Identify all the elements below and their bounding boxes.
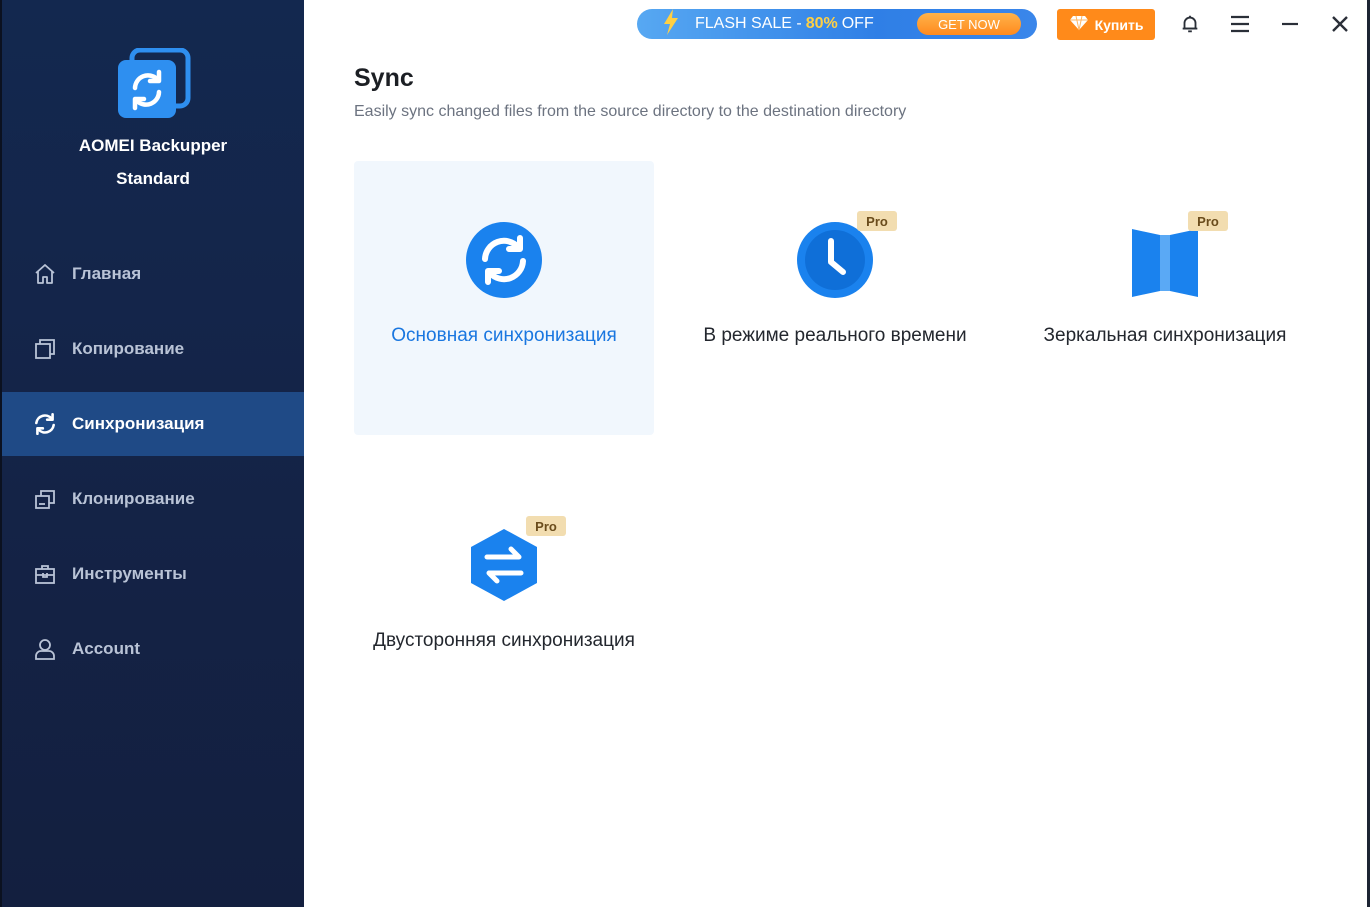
flash-sale-prefix: FLASH SALE - <box>695 15 802 32</box>
flash-sale-suffix: OFF <box>841 15 874 32</box>
nav-item-sync[interactable]: Синхронизация <box>2 392 304 456</box>
nav-label-account: Account <box>72 639 140 658</box>
sidebar: AOMEI Backupper Standard Главная Копиров… <box>2 0 304 907</box>
buy-label: Купить <box>1094 16 1144 33</box>
app-name: AOMEI Backupper <box>78 136 228 155</box>
clock-icon <box>796 221 874 299</box>
mirror-icon <box>1126 221 1204 299</box>
nav-label-home: Главная <box>72 264 142 283</box>
nav-item-copy[interactable]: Копирование <box>2 317 304 381</box>
page-title: Sync <box>354 64 414 92</box>
two-way-sync-icon <box>465 526 543 604</box>
nav-label-tools: Инструменты <box>72 564 187 583</box>
nav-label-clone: Клонирование <box>72 489 195 508</box>
toolbox-icon <box>32 561 58 587</box>
nav-item-account[interactable]: Account <box>2 617 304 681</box>
option-mirror-sync[interactable]: Pro Зеркальная синхронизация <box>1015 161 1315 435</box>
basic-sync-icon <box>465 221 543 299</box>
lightning-icon <box>663 9 679 39</box>
diamond-icon <box>1069 15 1089 34</box>
minimize-icon[interactable] <box>1278 12 1302 36</box>
buy-button[interactable]: Купить <box>1057 9 1155 40</box>
option-label: В режиме реального времени <box>703 325 967 346</box>
nav-item-clone[interactable]: Клонирование <box>2 467 304 531</box>
close-icon[interactable] <box>1328 12 1352 36</box>
home-icon <box>32 261 58 287</box>
sync-icon <box>32 411 58 437</box>
app-edition: Standard <box>116 169 190 188</box>
option-label: Основная синхронизация <box>391 325 617 346</box>
nav-label-copy: Копирование <box>72 339 185 358</box>
page-subtitle: Easily sync changed files from the sourc… <box>354 103 907 120</box>
nav-item-tools[interactable]: Инструменты <box>2 542 304 606</box>
clone-icon <box>32 486 58 512</box>
bell-icon[interactable] <box>1178 12 1202 36</box>
option-label: Двусторонняя синхронизация <box>373 630 635 651</box>
option-basic-sync[interactable]: Основная синхронизация <box>354 161 654 435</box>
flash-sale-banner[interactable]: FLASH SALE - 80% OFF GET NOW <box>637 9 1037 39</box>
app-logo-icon <box>116 47 192 120</box>
flash-sale-percent: 80% <box>805 15 838 32</box>
menu-icon[interactable] <box>1228 12 1252 36</box>
pro-badge: Pro <box>857 211 897 231</box>
nav-label-sync: Синхронизация <box>72 414 205 433</box>
nav-item-home[interactable]: Главная <box>2 242 304 306</box>
option-two-way-sync[interactable]: Pro Двусторонняя синхронизация <box>354 466 654 740</box>
pro-badge: Pro <box>526 516 566 536</box>
get-now-button[interactable]: GET NOW <box>917 13 1021 35</box>
pro-badge: Pro <box>1188 211 1228 231</box>
option-real-time-sync[interactable]: Pro В режиме реального времени <box>685 161 985 435</box>
option-label: Зеркальная синхронизация <box>1043 325 1287 346</box>
copy-icon <box>32 336 58 362</box>
user-icon <box>32 636 58 662</box>
